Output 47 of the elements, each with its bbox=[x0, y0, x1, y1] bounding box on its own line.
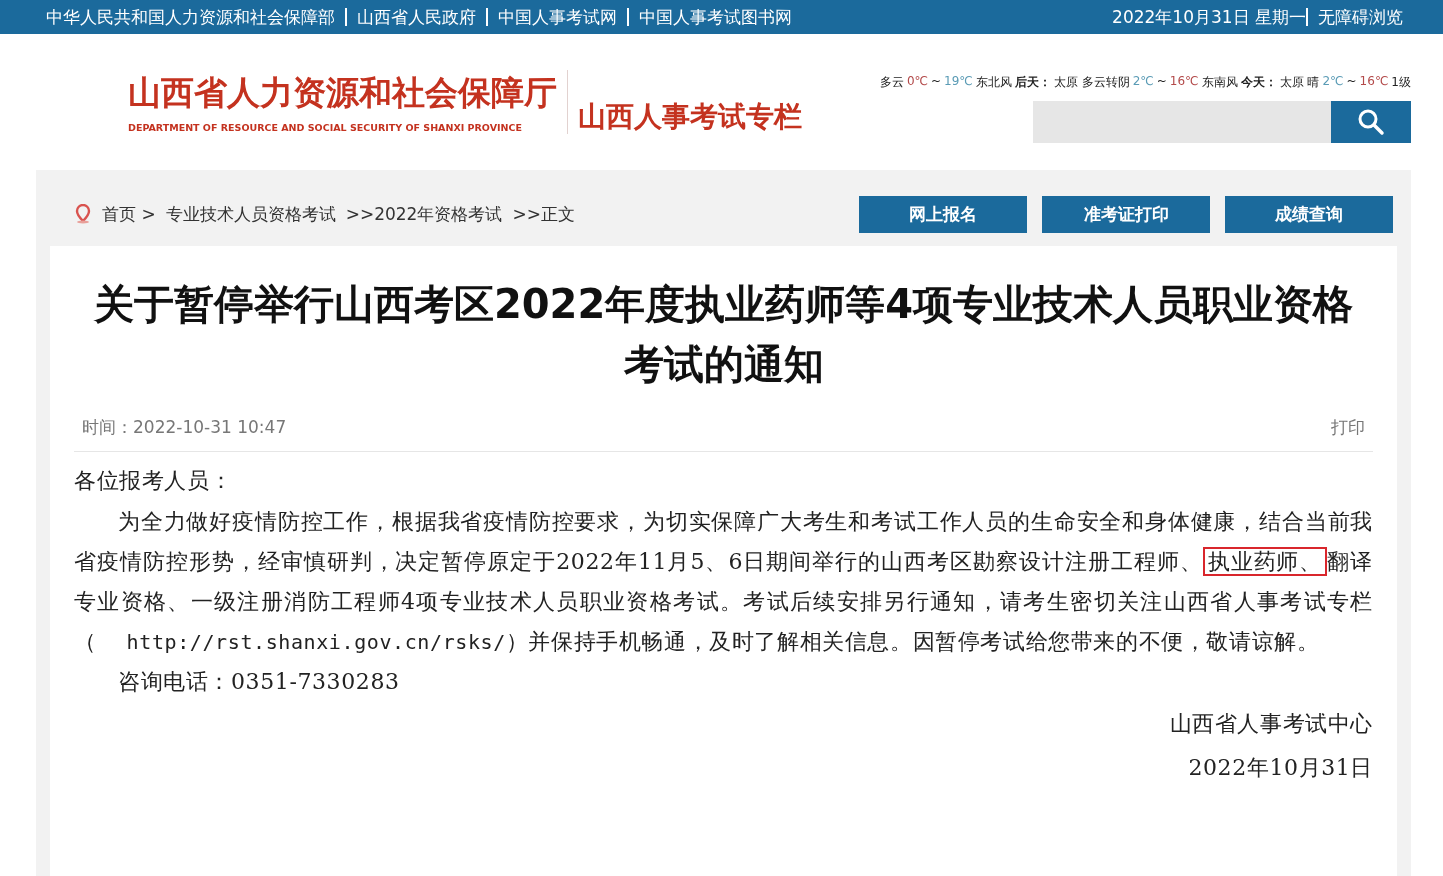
weather-text: 0℃ bbox=[906, 74, 928, 90]
weather-text: 16℃ bbox=[1359, 74, 1389, 90]
breadcrumb-link[interactable]: 专业技术人员资格考试 bbox=[165, 202, 336, 226]
top-link[interactable]: 中国人事考试图书网 bbox=[627, 8, 802, 26]
weather-text: 16℃ bbox=[1169, 74, 1199, 90]
print-link[interactable]: 打印 bbox=[1331, 416, 1365, 439]
search-button[interactable] bbox=[1331, 101, 1411, 143]
breadcrumb-link[interactable]: >>2022年资格考试 bbox=[345, 202, 503, 226]
breadcrumb-link[interactable]: 首页 > bbox=[102, 202, 156, 226]
nav-button[interactable]: 准考证打印 bbox=[1042, 195, 1210, 233]
weather-text: ~ bbox=[1156, 74, 1167, 90]
column-title: 山西人事考试专栏 bbox=[578, 99, 802, 135]
date-text: 2022年10月31日 星期一 bbox=[1112, 5, 1306, 29]
weather-text: 太原 晴 bbox=[1279, 74, 1320, 91]
org-name: 山西省人力资源和社会保障厅 bbox=[128, 72, 557, 114]
weather-text: 多云 bbox=[879, 74, 904, 91]
signature-text: 山西省人事考试中心 bbox=[1168, 710, 1373, 738]
nav-button[interactable]: 成绩查询 bbox=[1225, 195, 1393, 233]
top-link[interactable]: 中国人事考试网 bbox=[486, 8, 627, 26]
publish-time: 时间：2022-10-31 10:47 bbox=[82, 416, 287, 439]
top-link[interactable]: 山西省人民政府 bbox=[345, 8, 486, 26]
article-paragraph: 为全力做好疫情防控工作，根据我省疫情防控要求，为切实保障广大考生和考试工作人员的生命安全和身体健康，结合当前我省疫情防控形势，经审慎研判，决定暂停原定于2022年11月5、6日期间举行的山西考区勘察设计注册工程师、 执业药师、 翻译专业资格、一级注册消防工程师4项专业技术人员职业资格考试。考试后续安排另行通知，请考生密切关注山西省人事考试专栏（ http://rst.shanxi.gov.cn/rsks/）并保持手机畅通，及时了解相关信息。因暂停考试给您带来的不便，敬请谅解。 bbox=[74, 508, 1373, 656]
signature-date: 2022年10月31日 bbox=[1187, 754, 1373, 782]
weather-text: 19℃ bbox=[944, 74, 973, 90]
org-name-english: DEPARTMENT OF RESOURCE AND SOCIAL SECURITY OF SHANXI PROVINCE bbox=[128, 122, 523, 133]
weather-text: 2℃ bbox=[1132, 74, 1154, 90]
nav-button[interactable]: 网上报名 bbox=[859, 195, 1027, 233]
weather-text: 东北风 bbox=[975, 74, 1012, 91]
weather-text: 2℃ bbox=[1322, 74, 1344, 90]
top-link[interactable]: 中华人民共和国人力资源和社会保障部 bbox=[36, 8, 345, 26]
article-title: 关于暂停举行山西考区2022年度执业药师等4项专业技术人员职业资格考试的通知 bbox=[92, 280, 1355, 389]
search-icon bbox=[1357, 108, 1385, 136]
weather-text: 太原 多云转阴 bbox=[1053, 74, 1130, 91]
weather-text: 后天： bbox=[1014, 74, 1051, 91]
breadcrumb-link[interactable]: >>正文 bbox=[512, 202, 575, 226]
greeting-text: 各位报考人员： bbox=[74, 467, 234, 495]
url-link[interactable]: http://rst.shanxi.gov.cn/rsks/ bbox=[96, 630, 506, 654]
accessibility-link[interactable]: 无障碍浏览 bbox=[1306, 8, 1413, 26]
weather-text: ~ bbox=[1346, 74, 1357, 90]
highlight-box: 执业药师、 bbox=[1202, 547, 1328, 576]
search-field[interactable] bbox=[1033, 101, 1331, 143]
contact-text: 咨询电话：0351-7330283 bbox=[117, 668, 401, 696]
weather-text: 东南风 bbox=[1201, 74, 1238, 91]
weather-text: 1级 bbox=[1391, 74, 1411, 91]
weather-text: ~ bbox=[931, 74, 942, 90]
location-pin-icon bbox=[74, 204, 92, 224]
weather-text: 今天： bbox=[1240, 74, 1277, 91]
